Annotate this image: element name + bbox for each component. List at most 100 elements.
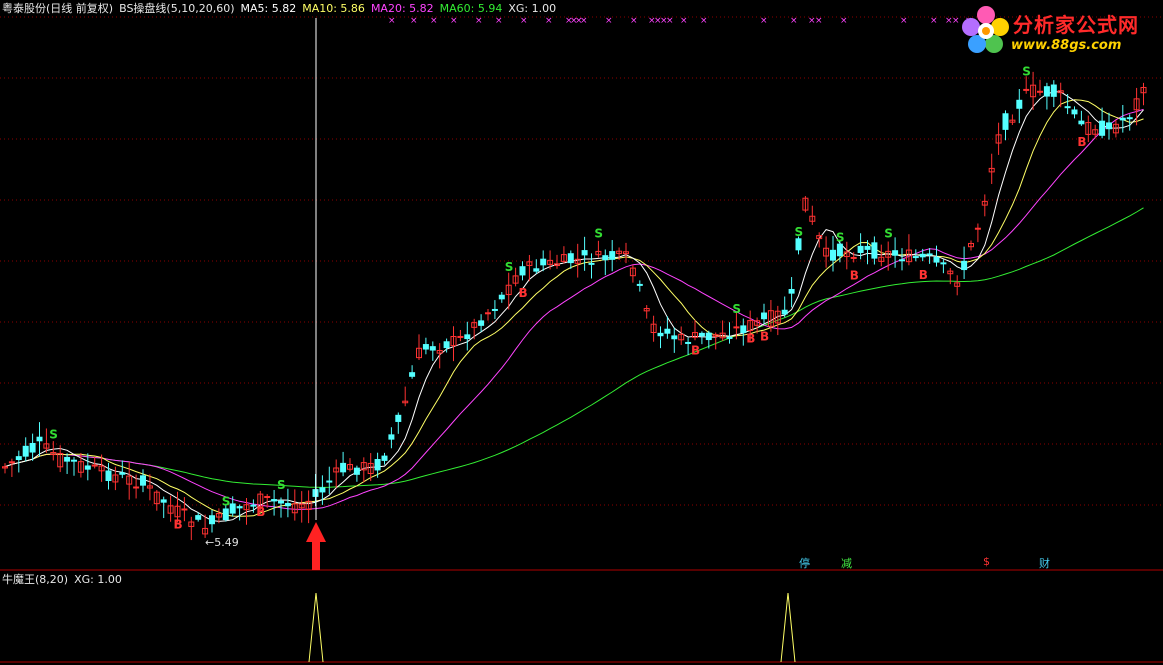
signal-s: S	[49, 428, 58, 442]
candle-body	[912, 256, 919, 259]
candle-body	[740, 325, 747, 334]
main-part-2: MA5: 5.82	[240, 2, 297, 15]
candle-body	[353, 467, 360, 475]
main-part-4: MA20: 5.82	[370, 2, 434, 15]
candle-body	[36, 436, 43, 442]
xg-marker: ×	[388, 16, 396, 26]
candle-body	[181, 508, 188, 511]
sub-part-1: XG: 1.00	[74, 573, 122, 586]
ma60-line	[4, 207, 1144, 488]
ma20-line	[4, 108, 1144, 510]
candle-body	[422, 344, 429, 350]
candle-body	[892, 250, 899, 256]
candle-body	[340, 462, 347, 473]
signal-b: B	[919, 268, 928, 282]
xg-marker: ×	[520, 16, 528, 26]
candle-body	[864, 245, 871, 250]
candle-body	[705, 332, 712, 341]
candle-body	[491, 308, 498, 311]
low-price-label: ←5.49	[205, 536, 239, 549]
candle-body	[871, 242, 878, 259]
candle-body	[698, 332, 705, 337]
candle-body	[374, 459, 381, 471]
candle-body	[664, 328, 671, 334]
candle-body	[602, 255, 609, 261]
xg-marker: ×	[580, 16, 588, 26]
xg-marker: ×	[680, 16, 688, 26]
candle-body	[236, 506, 243, 509]
candle-body	[160, 499, 167, 503]
candle-body	[105, 470, 112, 481]
sub-part-0: 牛魔王(8,20)	[2, 573, 69, 586]
candle-body	[8, 461, 15, 464]
candle-body	[836, 243, 843, 257]
candle-body	[609, 251, 616, 260]
candle-body	[429, 346, 436, 351]
candle-body	[1050, 84, 1057, 97]
candle-body	[381, 455, 388, 461]
moving-average-lines	[4, 91, 1144, 522]
signal-b: B	[174, 517, 183, 531]
candle-body	[540, 258, 547, 266]
candle-body	[91, 464, 98, 467]
candle-body	[133, 486, 140, 489]
event-tag-dividend: $	[983, 555, 990, 568]
xg-marker: ×	[410, 16, 418, 26]
xg-marker: ×	[545, 16, 553, 26]
candle-body	[84, 465, 91, 470]
candle-body	[64, 456, 71, 462]
candle-body	[519, 266, 526, 276]
candle-body	[1119, 117, 1126, 121]
main-part-5: MA60: 5.94	[439, 2, 503, 15]
signal-s: S	[505, 260, 514, 274]
candle-body	[209, 515, 215, 525]
candle-body	[1016, 99, 1023, 109]
xg-marker: ×	[475, 16, 483, 26]
candle-body	[1064, 106, 1071, 109]
xg-marker: ×	[666, 16, 674, 26]
main-part-6: XG: 1.00	[508, 2, 557, 15]
ma5-line	[4, 91, 1144, 522]
candle-body	[464, 334, 471, 340]
candle-body	[974, 227, 981, 230]
candle-body	[250, 504, 257, 507]
candle-body	[229, 503, 236, 514]
signal-s: S	[884, 226, 893, 240]
signal-b: B	[1077, 135, 1086, 149]
candle-body	[388, 434, 395, 440]
logo-url: www.88gs.com	[1011, 38, 1122, 53]
candle-body	[830, 249, 836, 261]
candle-body	[443, 341, 450, 349]
candle-body	[636, 283, 643, 286]
candle-body	[581, 250, 588, 256]
candle-body	[567, 253, 574, 264]
candle-body	[319, 487, 326, 493]
candle-body	[671, 335, 678, 340]
candle-body	[1099, 120, 1106, 136]
xg-marker: ×	[700, 16, 708, 26]
candle-body	[850, 256, 857, 259]
xg-marker: ×	[840, 16, 848, 26]
candle-body	[140, 475, 146, 486]
site-logo: 分析家公式网 www.88gs.com	[961, 3, 1157, 61]
buy-arrow-icon	[306, 522, 326, 570]
candle-body	[1078, 120, 1085, 125]
signal-b: B	[850, 268, 859, 282]
sub-indicator-spike	[308, 592, 324, 663]
sub-indicator-spike	[780, 592, 796, 663]
candle-body	[726, 336, 733, 339]
signal-s: S	[795, 225, 804, 239]
candle-body	[733, 326, 740, 329]
signal-b: B	[691, 344, 700, 358]
signal-s: S	[1022, 64, 1031, 78]
xg-marker: ×	[952, 16, 960, 26]
candle-body	[533, 268, 540, 272]
candle-body	[222, 508, 229, 521]
candle-body	[588, 262, 595, 265]
xg-marker: ×	[495, 16, 503, 26]
signal-s: S	[836, 231, 845, 245]
candle-body	[940, 262, 947, 265]
signal-b: B	[760, 330, 769, 344]
candle-body	[795, 238, 802, 251]
candle-body	[761, 312, 767, 320]
